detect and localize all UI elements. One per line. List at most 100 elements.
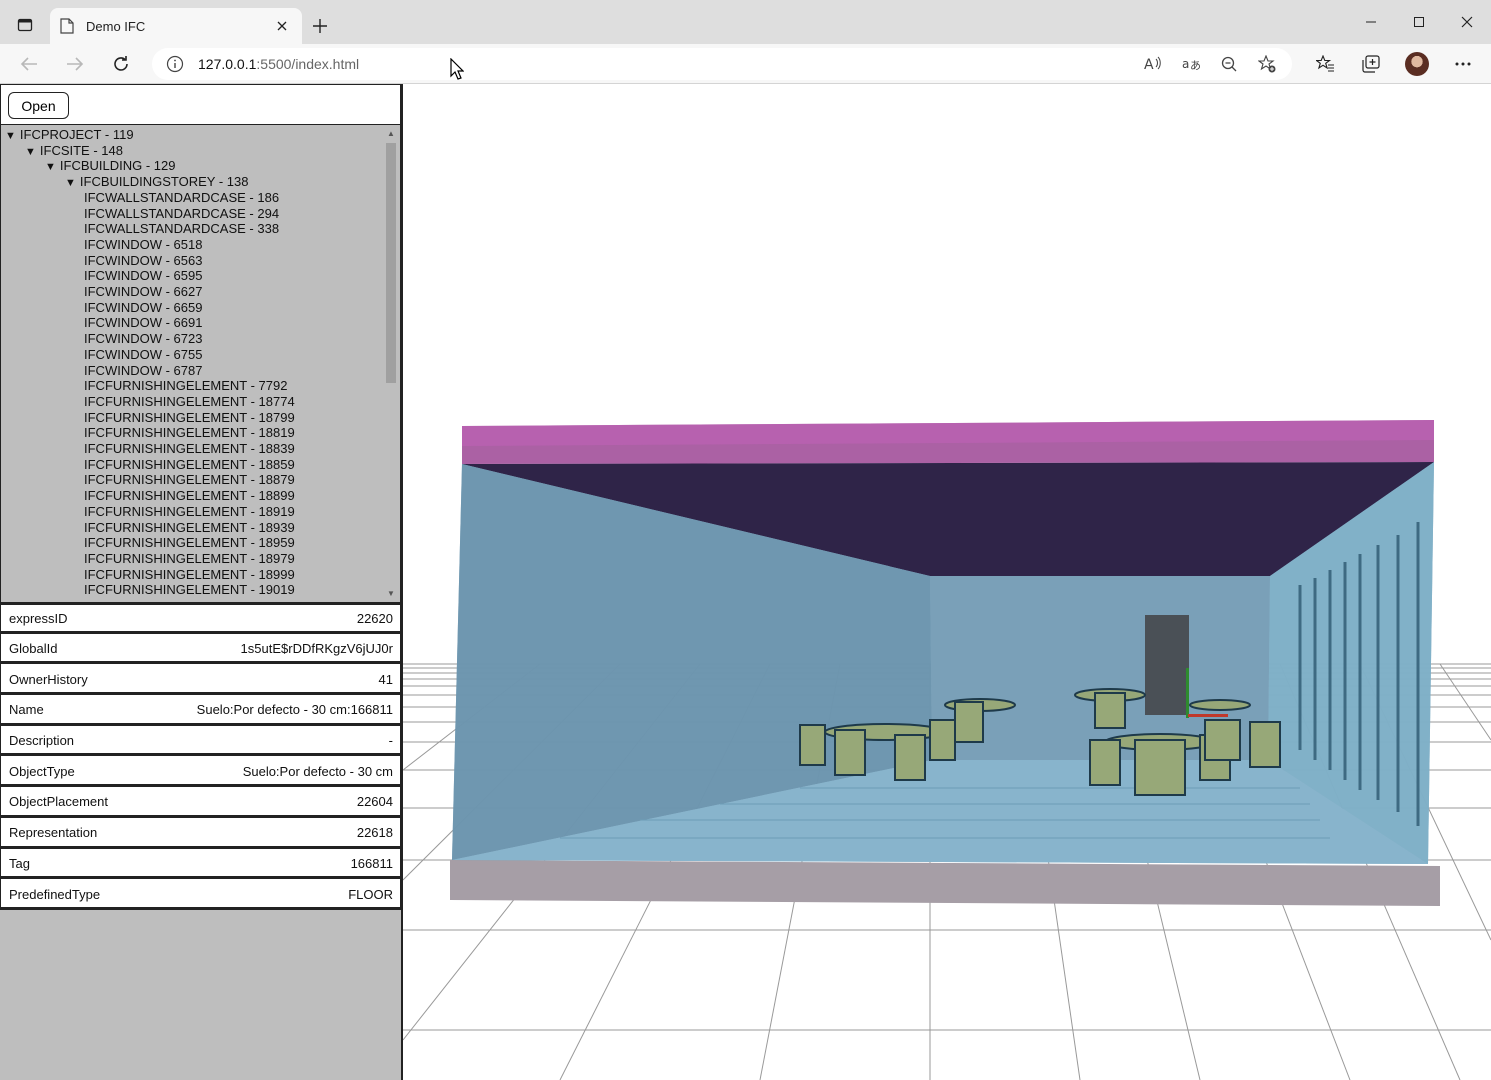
- expand-triangle-icon[interactable]: ▼: [65, 176, 76, 192]
- tree-item[interactable]: IFCWINDOW - 6691: [84, 315, 202, 331]
- tree-item-label: IFCWALLSTANDARDCASE - 294: [84, 205, 280, 221]
- tree-item-label: IFCFURNISHINGELEMENT - 18899: [84, 488, 295, 504]
- svg-text:a: a: [1182, 57, 1189, 71]
- more-options-icon[interactable]: [1440, 48, 1486, 80]
- site-info-icon[interactable]: [166, 55, 184, 73]
- back-icon[interactable]: [13, 48, 45, 80]
- property-key: ObjectType: [9, 763, 75, 779]
- tab-actions-icon[interactable]: [8, 10, 42, 40]
- add-favorite-icon[interactable]: [1256, 54, 1278, 74]
- url-text: 127.0.0.1:5500/index.html: [198, 56, 360, 72]
- expand-triangle-icon[interactable]: ▼: [5, 129, 16, 145]
- property-row: expressID 22620: [0, 603, 401, 634]
- property-key: Description: [9, 733, 75, 749]
- tree-item[interactable]: IFCWINDOW - 6563: [84, 253, 202, 269]
- ifc-model-scene[interactable]: [403, 84, 1491, 1080]
- expand-triangle-icon[interactable]: ▼: [45, 160, 56, 176]
- tree-scrollbar[interactable]: ▲ ▼: [382, 125, 400, 602]
- tree-item[interactable]: ▼ IFCSITE - 148: [25, 143, 123, 159]
- tree-item[interactable]: IFCWINDOW - 6627: [84, 284, 202, 300]
- translate-icon[interactable]: aあ: [1180, 54, 1202, 74]
- tree-item[interactable]: IFCFURNISHINGELEMENT - 18859: [84, 457, 295, 473]
- floor-slab[interactable]: [450, 860, 1440, 906]
- tree-item[interactable]: IFCFURNISHINGELEMENT - 18919: [84, 504, 295, 520]
- tree-item-label: IFCFURNISHINGELEMENT - 18819: [84, 425, 295, 441]
- tree-item[interactable]: IFCFURNISHINGELEMENT - 18939: [84, 520, 295, 536]
- tree-item[interactable]: IFCFURNISHINGELEMENT - 18879: [84, 472, 295, 488]
- tree-item-label: IFCWINDOW - 6627: [84, 284, 203, 299]
- tree-item[interactable]: IFCFURNISHINGELEMENT - 18959: [84, 535, 295, 551]
- tree-item-label: IFCFURNISHINGELEMENT - 18979: [84, 550, 295, 566]
- 3d-viewport[interactable]: [403, 84, 1491, 1080]
- property-key: PredefinedType: [9, 886, 101, 902]
- ifc-tree[interactable]: ▲ ▼ ▼ IFCPROJECT - 119 ▼ IFCSITE - 148 ▼ IFCB…: [0, 125, 401, 603]
- scroll-up-icon[interactable]: ▲: [386, 129, 396, 139]
- tree-item[interactable]: IFCWINDOW - 6755: [84, 347, 202, 363]
- property-row: GlobalId 1s5utE$rDDfRKgzV6jUJ0r: [0, 633, 401, 665]
- tree-item[interactable]: IFCWALLSTANDARDCASE - 338: [84, 221, 279, 237]
- tree-item[interactable]: IFCFURNISHINGELEMENT - 18979: [84, 551, 295, 567]
- tree-item[interactable]: IFCFURNISHINGELEMENT - 19019: [84, 582, 295, 598]
- tree-item[interactable]: ▼ IFCBUILDINGSTOREY - 138: [65, 174, 248, 190]
- maximize-icon[interactable]: [1395, 0, 1443, 44]
- tree-item-label: IFCWINDOW - 6595: [84, 268, 203, 284]
- tree-item-label: IFCWALLSTANDARDCASE - 186: [84, 189, 280, 205]
- tree-item-label: IFCFURNISHINGELEMENT - 18999: [84, 566, 295, 582]
- expand-triangle-icon[interactable]: ▼: [25, 145, 36, 161]
- tree-item-label: IFCFURNISHINGELEMENT - 18859: [84, 456, 295, 472]
- property-row: OwnerHistory 41: [0, 664, 401, 696]
- tree-item-label: IFCWINDOW - 6659: [84, 299, 203, 315]
- close-tab-icon[interactable]: [272, 16, 292, 36]
- property-row: PredefinedType FLOOR: [0, 879, 401, 910]
- property-value: 22618: [356, 825, 393, 841]
- tree-item[interactable]: IFCWINDOW - 6518: [84, 237, 202, 253]
- page-icon: [60, 18, 74, 34]
- tree-item[interactable]: IFCFURNISHINGELEMENT - 18839: [84, 441, 295, 457]
- close-window-icon[interactable]: [1443, 0, 1491, 44]
- tree-item[interactable]: IFCFURNISHINGELEMENT - 18819: [84, 425, 295, 441]
- tree-item[interactable]: IFCFURNISHINGELEMENT - 18774: [84, 394, 295, 410]
- left-panel: Open ▲ ▼ ▼ IFCPROJECT - 119 ▼ IFCSITE - 148…: [0, 84, 403, 1080]
- tree-item[interactable]: IFCFURNISHINGELEMENT - 18999: [84, 567, 295, 583]
- tree-item[interactable]: IFCWINDOW - 6595: [84, 268, 202, 284]
- tree-item[interactable]: IFCFURNISHINGELEMENT - 18799: [84, 410, 295, 426]
- tree-item-label: IFCWINDOW - 6723: [84, 331, 203, 347]
- property-key: Tag: [9, 855, 30, 871]
- tree-item[interactable]: IFCWALLSTANDARDCASE - 294: [84, 206, 279, 222]
- forward-icon[interactable]: [59, 48, 91, 80]
- axis-x: [1188, 714, 1228, 717]
- browser-tab[interactable]: Demo IFC: [50, 8, 302, 44]
- property-key: Name: [9, 702, 44, 718]
- open-button[interactable]: Open: [8, 92, 69, 119]
- property-key: Representation: [9, 825, 98, 841]
- refresh-icon[interactable]: [105, 48, 137, 80]
- address-bar[interactable]: 127.0.0.1:5500/index.html A aあ: [152, 48, 1292, 80]
- tree-item[interactable]: IFCFURNISHINGELEMENT - 18899: [84, 488, 295, 504]
- tree-item-label: IFCWINDOW - 6563: [84, 252, 203, 268]
- tree-item-label: IFCWALLSTANDARDCASE - 338: [84, 221, 280, 237]
- tree-item[interactable]: IFCWINDOW - 6659: [84, 300, 202, 316]
- tree-item[interactable]: IFCWINDOW - 6787: [84, 363, 202, 379]
- property-row: Tag 166811: [0, 848, 401, 880]
- scroll-thumb[interactable]: [386, 143, 396, 383]
- profile-avatar[interactable]: [1405, 52, 1429, 76]
- property-value: 1s5utE$rDDfRKgzV6jUJ0r: [240, 641, 393, 657]
- mouse-cursor-icon: [450, 58, 464, 80]
- zoom-out-icon[interactable]: [1218, 54, 1240, 74]
- property-value: 41: [378, 671, 393, 687]
- tree-item-label: IFCWINDOW - 6787: [84, 362, 203, 378]
- open-bar: Open: [0, 84, 401, 125]
- property-value: Suelo:Por defecto - 30 cm: [242, 763, 393, 779]
- new-tab-icon[interactable]: [306, 12, 334, 40]
- collections-icon[interactable]: [1348, 48, 1394, 80]
- tree-item[interactable]: IFCFURNISHINGELEMENT - 7792: [84, 378, 287, 394]
- tree-item[interactable]: ▼ IFCBUILDING - 129: [45, 158, 175, 174]
- read-aloud-icon[interactable]: A: [1142, 54, 1164, 74]
- tree-item[interactable]: IFCWALLSTANDARDCASE - 186: [84, 190, 279, 206]
- tree-item[interactable]: IFCWINDOW - 6723: [84, 331, 202, 347]
- favorites-icon[interactable]: [1302, 48, 1348, 80]
- minimize-icon[interactable]: [1347, 0, 1395, 44]
- tree-item[interactable]: ▼ IFCPROJECT - 119: [5, 127, 134, 143]
- svg-text:A: A: [1144, 57, 1154, 72]
- scroll-down-icon[interactable]: ▼: [386, 589, 396, 599]
